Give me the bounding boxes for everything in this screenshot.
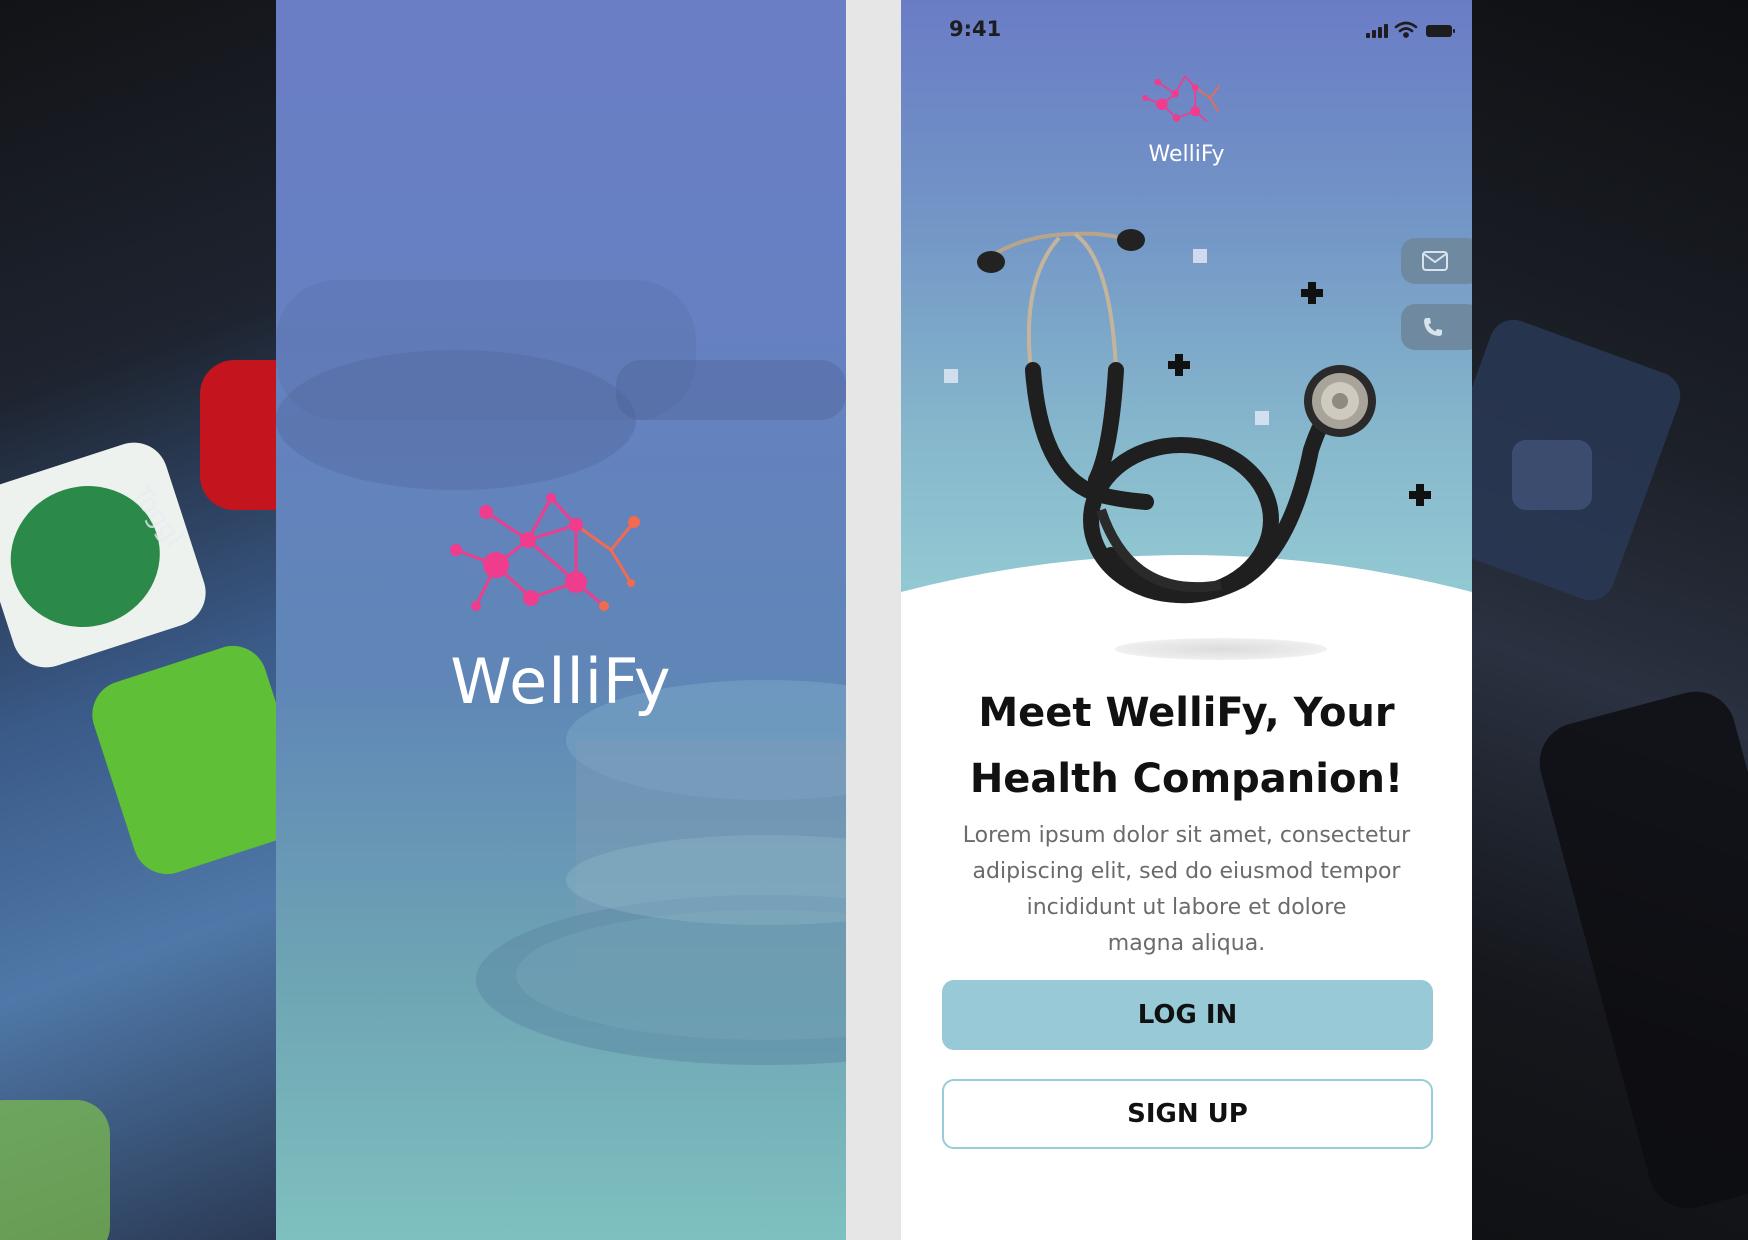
plus-icon [1409, 484, 1431, 506]
headline-line-1: Meet WelliFy, Your [978, 690, 1395, 736]
stethoscope-illustration [977, 229, 1376, 604]
splash-brand-name: WelliFy [450, 645, 672, 718]
headline-line-2: Health Companion! [969, 756, 1404, 802]
screen-divider [846, 0, 901, 1240]
device-edge [1530, 682, 1748, 1218]
status-icons [1366, 21, 1455, 38]
wifi-icon [1394, 21, 1418, 38]
mail-icon [1422, 251, 1448, 271]
decor-square [944, 369, 958, 383]
onboarding-description: Lorem ipsum dolor sit amet, consectetur … [941, 818, 1432, 962]
battery-icon [1426, 25, 1455, 37]
splash-background-photo [276, 280, 846, 1065]
splash-screen: WelliFy [276, 0, 846, 1240]
phone-action-button[interactable] [1401, 304, 1472, 350]
stethoscope-shadow [1115, 638, 1327, 660]
app-icon-red [200, 360, 276, 510]
background-left-scene: Toggl [0, 0, 276, 1240]
signup-button[interactable]: SIGN UP [942, 1079, 1433, 1149]
status-time: 9:41 [949, 17, 1002, 41]
app-icon-lime [0, 1100, 110, 1240]
background-right-scene [1472, 0, 1748, 1240]
description-line-1: Lorem ipsum dolor sit amet, consectetur [962, 823, 1411, 848]
login-button[interactable]: LOG IN [942, 980, 1433, 1050]
signal-icon [1366, 24, 1388, 38]
onboarding-screen: 9:41 WelliFy Meet WelliFy, Your Health C… [901, 0, 1472, 1240]
app-icon-bb [0, 433, 215, 677]
mail-action-button[interactable] [1401, 238, 1472, 284]
description-line-2: adipiscing elit, sed do eiusmod tempor [972, 859, 1401, 884]
onboarding-headline: Meet WelliFy, Your Health Companion! [921, 680, 1452, 812]
wellify-logo-small-icon [1142, 75, 1221, 122]
description-line-3: incididunt ut labore et dolore [1026, 895, 1347, 920]
app-icon-green [83, 637, 276, 883]
device-screen-blur [1512, 440, 1592, 510]
phone-icon [1424, 318, 1442, 336]
wellify-logo-icon [450, 493, 640, 611]
description-line-4: magna aliqua. [1107, 931, 1266, 956]
hero-brand-name: WelliFy [1148, 142, 1225, 167]
